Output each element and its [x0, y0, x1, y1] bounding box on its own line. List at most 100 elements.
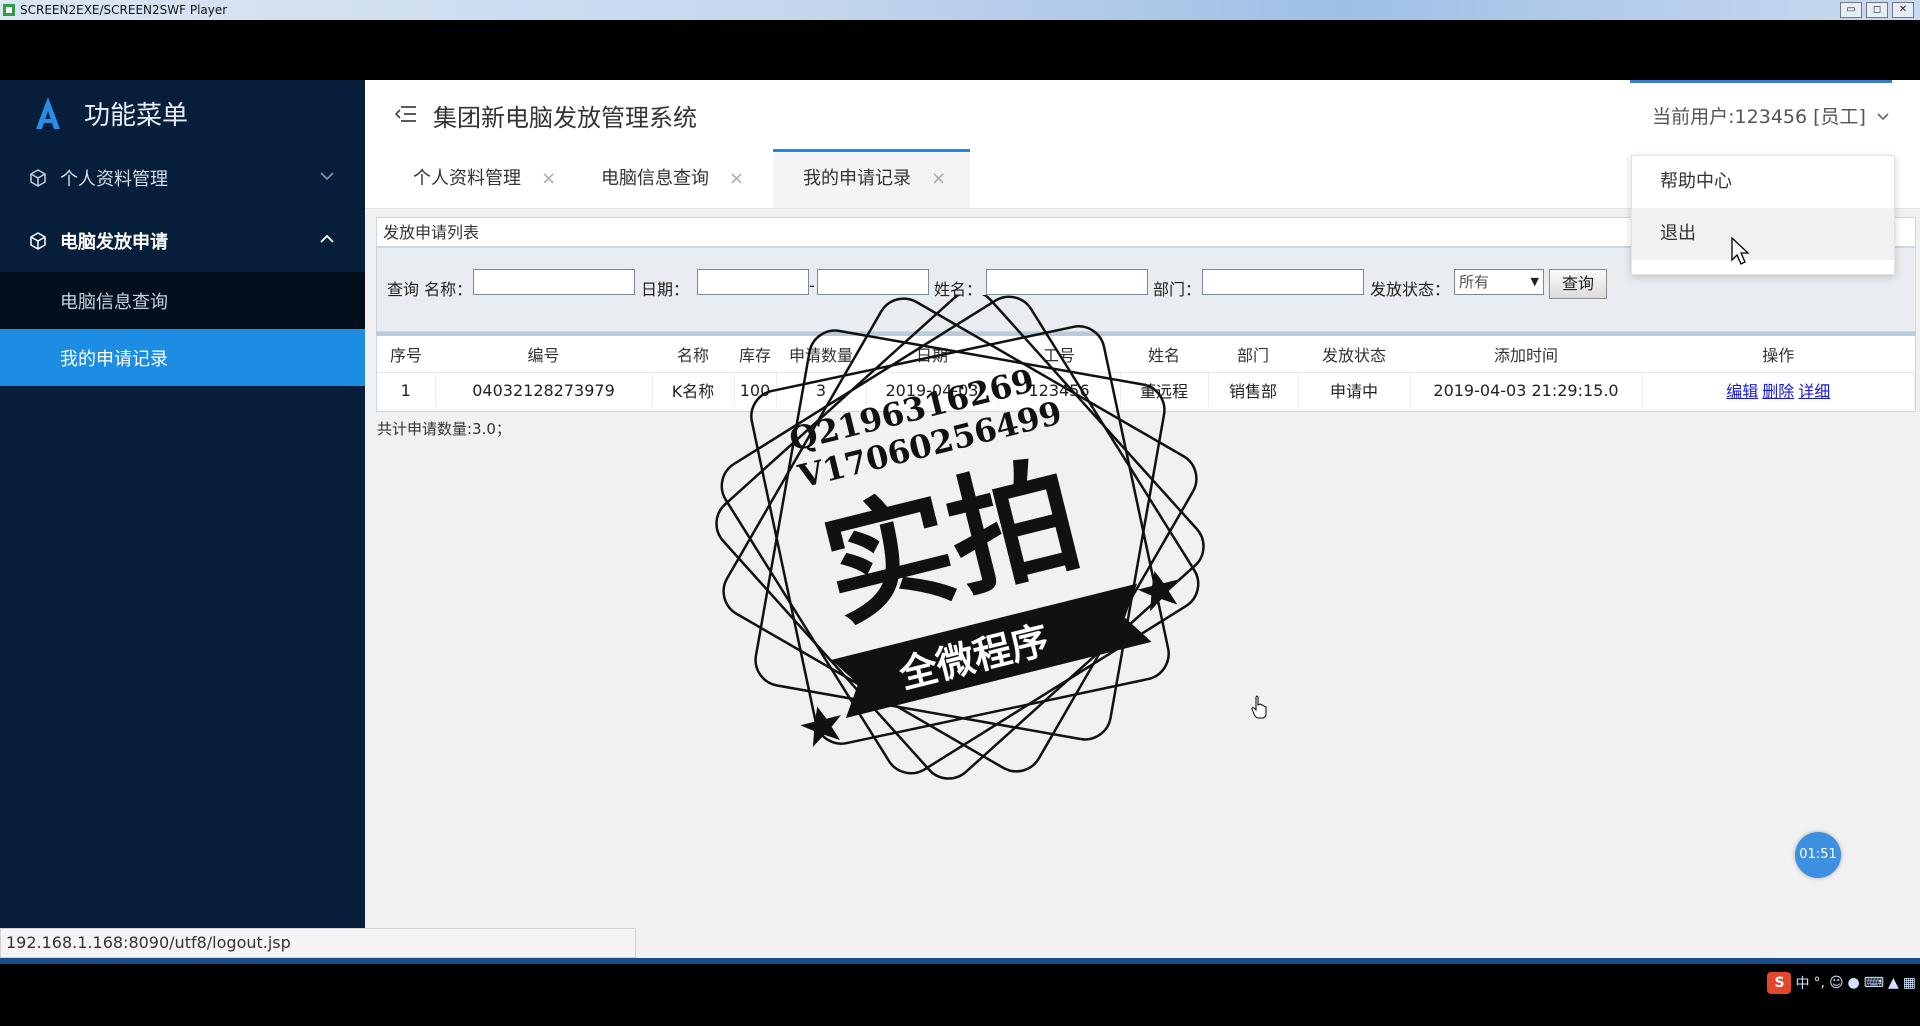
date-start-input[interactable] — [697, 269, 809, 295]
date-label: 日期： — [641, 280, 690, 299]
menu-item-help[interactable]: 帮助中心 — [1632, 156, 1894, 208]
column-header: 发放状态 — [1321, 346, 1386, 365]
status-select[interactable]: 所有 ▼ — [1454, 269, 1544, 295]
cell-name: K名称 — [652, 372, 735, 407]
close-icon[interactable]: × — [931, 168, 946, 189]
status-select-value: 所有 — [1459, 273, 1490, 291]
cell-date: 2019-04-03 — [866, 372, 999, 407]
status-url: 192.168.1.168:8090/utf8/logout.jsp — [0, 928, 636, 958]
sidebar-item-computer-info[interactable]: 电脑信息查询 — [0, 272, 365, 329]
logo-icon — [36, 97, 60, 129]
tab-label: 电脑信息查询 — [601, 168, 709, 189]
app-window: 功能菜单 个人资料管理 电脑发放申请 电脑信息查询 我的申请记录 集团新电脑发放… — [0, 80, 1920, 958]
ime-toolbar: S 中 °, ☺ ● ⌨ ▲ ▦ — [1767, 972, 1916, 994]
sogou-ime-icon[interactable]: S — [1767, 972, 1792, 994]
column-header: 名称 — [676, 346, 709, 365]
player-title-bar: SCREEN2EXE/SCREEN2SWF Player ▭ ◻ ✕ — [0, 0, 1920, 20]
column-header: 操作 — [1762, 346, 1795, 365]
mouse-cursor-icon — [1731, 236, 1750, 265]
dept-label: 部门： — [1153, 280, 1202, 299]
window-controls: ▭ ◻ ✕ — [1840, 2, 1914, 18]
current-user-label: 当前用户:123456 [员工] — [1652, 106, 1866, 128]
system-title: 集团新电脑发放管理系统 — [433, 104, 697, 132]
ime-mode[interactable]: 中 — [1795, 973, 1809, 993]
cell-code: 04032128273979 — [435, 372, 653, 407]
hand-cursor-icon — [1251, 695, 1267, 719]
column-header: 序号 — [389, 346, 422, 365]
sidebar-group-profile[interactable]: 个人资料管理 — [0, 146, 365, 209]
column-header: 申请数量 — [788, 346, 853, 365]
sidebar-item-my-applications[interactable]: 我的申请记录 — [0, 329, 365, 386]
emoji-icon[interactable]: ☺ — [1829, 975, 1844, 991]
tab-my-applications[interactable]: 我的申请记录 × — [773, 149, 970, 208]
sidebar-brand: 功能菜单 — [0, 80, 365, 146]
tab-computer-info[interactable]: 电脑信息查询 × — [553, 149, 766, 208]
sidebar-title: 功能菜单 — [84, 100, 189, 131]
minimize-button[interactable]: ▭ — [1840, 2, 1862, 18]
applications-table: 序号 编号 名称 库存 申请数量 日期 工号 姓名 部门 发放状态 添加时间 操… — [376, 332, 1916, 412]
keyboard-icon[interactable]: ⌨ — [1864, 975, 1884, 991]
date-separator: - — [809, 276, 815, 295]
user-menu-trigger[interactable]: 当前用户:123456 [员工] — [1652, 102, 1890, 129]
edit-link[interactable]: 编辑 — [1726, 382, 1758, 401]
cell-emp-no: 123456 — [998, 372, 1121, 407]
total-summary: 共计申请数量:3.0； — [377, 420, 511, 438]
chevron-down-icon — [320, 172, 334, 181]
player-title: SCREEN2EXE/SCREEN2SWF Player — [20, 3, 228, 17]
user-dropdown-menu: 帮助中心 退出 — [1631, 155, 1895, 275]
tab-label: 我的申请记录 — [803, 168, 911, 189]
detail-link[interactable]: 详细 — [1798, 382, 1830, 401]
cell-seq: 1 — [377, 372, 436, 407]
menu-item-logout[interactable]: 退出 — [1632, 208, 1894, 260]
mic-icon[interactable]: ● — [1848, 975, 1860, 991]
column-header: 编号 — [527, 346, 560, 365]
date-end-input[interactable] — [817, 269, 929, 295]
column-header: 库存 — [738, 346, 771, 365]
cube-icon — [30, 168, 46, 187]
cell-qty: 3 — [776, 372, 867, 407]
user-menu-indicator — [1630, 80, 1892, 83]
column-header: 工号 — [1042, 346, 1075, 365]
cell-dept: 销售部 — [1208, 372, 1299, 407]
dept-search-input[interactable] — [1202, 269, 1364, 295]
sidebar-group-label: 个人资料管理 — [60, 168, 168, 190]
delete-link[interactable]: 删除 — [1762, 382, 1794, 401]
cell-added: 2019-04-03 21:29:15.0 — [1410, 372, 1643, 407]
person-search-input[interactable] — [986, 269, 1148, 295]
menu-toggle-icon[interactable] — [395, 104, 417, 124]
column-header: 日期 — [915, 346, 948, 365]
query-button[interactable]: 查询 — [1549, 269, 1607, 299]
top-header: 集团新电脑发放管理系统 当前用户:123456 [员工] — [365, 80, 1920, 150]
maximize-button[interactable]: ◻ — [1866, 2, 1888, 18]
column-header: 添加时间 — [1493, 346, 1558, 365]
column-header: 姓名 — [1147, 346, 1180, 365]
timer-badge[interactable]: 01:51 — [1795, 832, 1841, 878]
sidebar-group-label: 电脑发放申请 — [60, 231, 168, 253]
taskbar-strip — [0, 958, 1920, 964]
cell-stock: 100 — [734, 372, 777, 407]
name-search-input[interactable] — [473, 269, 635, 295]
sidebar-group-computer-apply[interactable]: 电脑发放申请 — [0, 209, 365, 272]
cell-status: 申请中 — [1298, 372, 1411, 407]
close-icon[interactable]: × — [729, 168, 744, 189]
chevron-up-icon — [320, 234, 334, 243]
tab-label: 个人资料管理 — [413, 168, 521, 189]
chevron-down-icon — [1877, 113, 1889, 121]
close-window-button[interactable]: ✕ — [1892, 2, 1914, 18]
search-prefix-label: 查询 名称： — [387, 280, 473, 299]
cell-actions: 编辑 删除 详细 — [1642, 372, 1915, 407]
skin-icon[interactable]: ▲ — [1888, 975, 1899, 991]
sidebar: 功能菜单 个人资料管理 电脑发放申请 电脑信息查询 我的申请记录 — [0, 80, 365, 958]
table-header-row: 序号 编号 名称 库存 申请数量 日期 工号 姓名 部门 发放状态 添加时间 操… — [377, 336, 1915, 373]
person-label: 姓名： — [934, 280, 983, 299]
cell-person: 董远程 — [1120, 372, 1209, 407]
column-header: 部门 — [1236, 346, 1269, 365]
player-app-icon — [3, 4, 15, 16]
dropdown-arrow-icon: ▼ — [1530, 275, 1539, 288]
sidebar-submenu: 电脑信息查询 我的申请记录 — [0, 272, 365, 386]
grid-icon[interactable]: ▦ — [1903, 975, 1916, 991]
ime-punct[interactable]: °, — [1813, 975, 1824, 991]
status-label: 发放状态： — [1370, 280, 1451, 299]
tab-profile[interactable]: 个人资料管理 × — [365, 149, 578, 208]
cube-icon — [30, 231, 46, 250]
